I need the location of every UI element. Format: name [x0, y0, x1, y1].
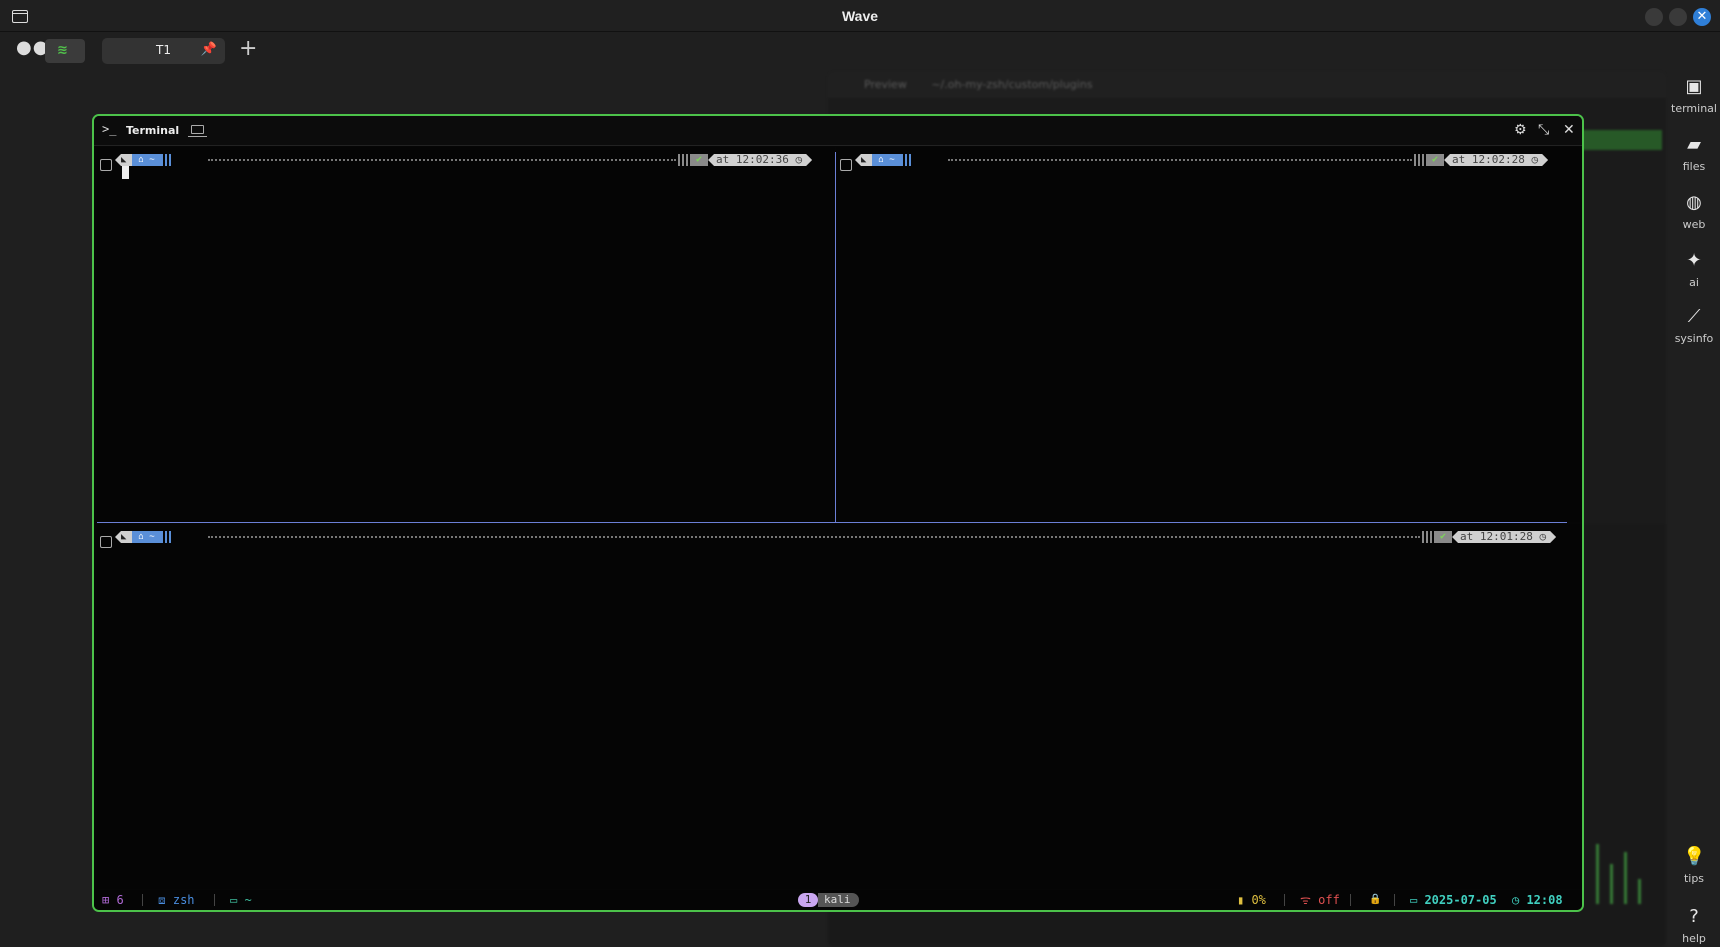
- wifi-status: ᯤ off: [1300, 893, 1340, 907]
- battery-status: ▮ 0%: [1237, 893, 1266, 907]
- connection-laptop-icon[interactable]: [188, 125, 207, 137]
- tmux-status-bar: ⊞ 6 ⧈ zsh ▭ ~ 1 kali ▮ 0% ᯤ off 🔒 ▭ 2025…: [94, 890, 1582, 910]
- status-ok-segment: ✔: [1434, 531, 1453, 543]
- segment-fade: [160, 154, 173, 166]
- graph-spike: [1624, 852, 1627, 904]
- sidebar-item-files[interactable]: ▰ files: [1668, 134, 1720, 173]
- status-ok-segment: ✔: [1426, 154, 1445, 166]
- prompt-filler-dots: [208, 159, 676, 161]
- sidebar-item-label: terminal: [1671, 102, 1717, 115]
- graph-spike: [1638, 879, 1641, 904]
- segment-fade: [900, 154, 913, 166]
- sidebar-item-terminal[interactable]: ▣ terminal: [1668, 76, 1720, 115]
- status-ok-segment: ✔: [690, 154, 709, 166]
- session-index[interactable]: 1: [798, 893, 818, 907]
- folder-icon: ▰: [1687, 134, 1701, 155]
- preview-header: Preview ~/.oh-my-zsh/custom/plugins: [828, 72, 1666, 98]
- terminal-prompt-icon: >_: [102, 122, 117, 136]
- sidebar-item-tips[interactable]: 💡 tips: [1668, 846, 1720, 885]
- text-cursor: [122, 166, 129, 179]
- status-separator: [1284, 894, 1285, 906]
- time-segment: at 12:02:36 ◷: [708, 154, 812, 166]
- segment-fade: [1412, 154, 1426, 166]
- home-dir-segment: ⌂ ~: [132, 531, 161, 543]
- lock-icon: 🔒: [1369, 894, 1382, 905]
- sidebar-item-label: sysinfo: [1674, 332, 1714, 345]
- sidebar-item-label: help: [1682, 932, 1706, 945]
- pane-divider-horizontal[interactable]: [97, 522, 1567, 523]
- sidebar-item-label: web: [1682, 218, 1706, 231]
- time-display: ◷ 12:08: [1512, 893, 1563, 907]
- prompt-line: ◣ ⌂ ~ ✔ at 12:01:28 ◷: [100, 530, 1570, 548]
- prompt-line: ◣ ⌂ ~ ✔ at 12:02:36 ◷: [100, 153, 835, 171]
- terminal-header: >_ Terminal ⚙ ⤡ ✕: [94, 116, 1582, 146]
- home-dir-segment: ⌂ ~: [132, 154, 161, 166]
- terminal-pane-top-right[interactable]: ◣ ⌂ ~ ✔ at 12:02:28 ◷: [836, 147, 1582, 522]
- terminal-pane-top-left[interactable]: ◣ ⌂ ~ ✔ at 12:02:36 ◷: [97, 147, 835, 522]
- question-icon: ?: [1689, 906, 1699, 927]
- add-tab-button[interactable]: +: [239, 36, 257, 62]
- time-segment: at 12:01:28 ◷: [1452, 531, 1556, 543]
- close-window-button[interactable]: ✕: [1693, 8, 1711, 26]
- tab-bar: ●●● ≋ T1 📌 +: [0, 32, 1720, 68]
- prompt-box-icon: [840, 159, 852, 171]
- minimize-button[interactable]: [1645, 8, 1663, 26]
- right-sidebar: ▣ terminal ▰ files ◍ web ✦ ai ⟋ sysinfo …: [1668, 68, 1720, 947]
- segment-fade: [160, 531, 173, 543]
- window-titlebar: Wave ✕: [0, 0, 1720, 32]
- sidebar-item-label: files: [1682, 160, 1706, 173]
- home-dir-segment: ⌂ ~: [872, 154, 901, 166]
- date-display: ▭ 2025-07-05: [1410, 893, 1497, 907]
- session-name[interactable]: kali: [818, 893, 859, 907]
- terminal-pane-bottom[interactable]: ◣ ⌂ ~ ✔ at 12:01:28 ◷: [97, 524, 1582, 889]
- sidebar-item-web[interactable]: ◍ web: [1668, 192, 1720, 231]
- sidebar-item-help[interactable]: ? help: [1668, 906, 1720, 945]
- os-segment: ◣: [115, 154, 133, 166]
- segment-fade: [676, 154, 690, 166]
- os-segment: ◣: [115, 531, 133, 543]
- status-separator: [142, 894, 143, 906]
- graph-spike: [1596, 844, 1599, 904]
- prompt-filler-dots: [208, 536, 1420, 538]
- os-segment: ◣: [855, 154, 873, 166]
- status-separator: [214, 894, 215, 906]
- globe-icon: ◍: [1686, 192, 1702, 213]
- close-block-icon[interactable]: ✕: [1563, 122, 1575, 138]
- status-separator: [1394, 894, 1395, 906]
- magnify-collapse-icon[interactable]: ⤡: [1538, 122, 1549, 138]
- window-count: ⊞ 6: [102, 893, 124, 907]
- sidebar-item-label: ai: [1689, 276, 1699, 289]
- tab-t1[interactable]: T1 📌: [102, 38, 225, 64]
- maximize-button[interactable]: [1669, 8, 1687, 26]
- sidebar-item-ai[interactable]: ✦ ai: [1668, 250, 1720, 289]
- prompt-line: ◣ ⌂ ~ ✔ at 12:02:28 ◷: [840, 153, 1570, 171]
- current-dir: ▭ ~: [230, 893, 252, 907]
- pin-icon[interactable]: 📌: [201, 42, 217, 57]
- sparkle-icon: ✦: [1686, 250, 1702, 271]
- sidebar-item-sysinfo[interactable]: ⟋ sysinfo: [1668, 306, 1720, 345]
- segment-fade: [1420, 531, 1434, 543]
- preview-title: Preview: [864, 78, 907, 91]
- prompt-filler-dots: [948, 159, 1412, 161]
- sidebar-item-label: tips: [1683, 872, 1705, 885]
- chart-line-icon: ⟋: [1687, 306, 1701, 327]
- terminal-block[interactable]: >_ Terminal ⚙ ⤡ ✕ ◣ ⌂ ~ ✔ at 12:02:36 ◷: [92, 114, 1584, 912]
- prompt-box-icon: [100, 536, 112, 548]
- wave-logo-icon: ≋: [57, 43, 68, 58]
- terminal-title: Terminal: [126, 124, 180, 137]
- lightbulb-icon: 💡: [1683, 846, 1706, 867]
- preview-path: ~/.oh-my-zsh/custom/plugins: [931, 78, 1093, 91]
- graph-spike: [1610, 864, 1613, 904]
- prompt-box-icon: [100, 159, 112, 171]
- status-separator: [1350, 894, 1351, 906]
- shell-name: ⧈ zsh: [158, 893, 195, 907]
- time-segment: at 12:02:28 ◷: [1444, 154, 1548, 166]
- settings-gear-icon[interactable]: ⚙: [1514, 122, 1527, 138]
- terminal-icon: ▣: [1685, 76, 1703, 97]
- workspace-switcher-button[interactable]: ≋: [45, 39, 85, 63]
- window-title: Wave: [841, 8, 879, 24]
